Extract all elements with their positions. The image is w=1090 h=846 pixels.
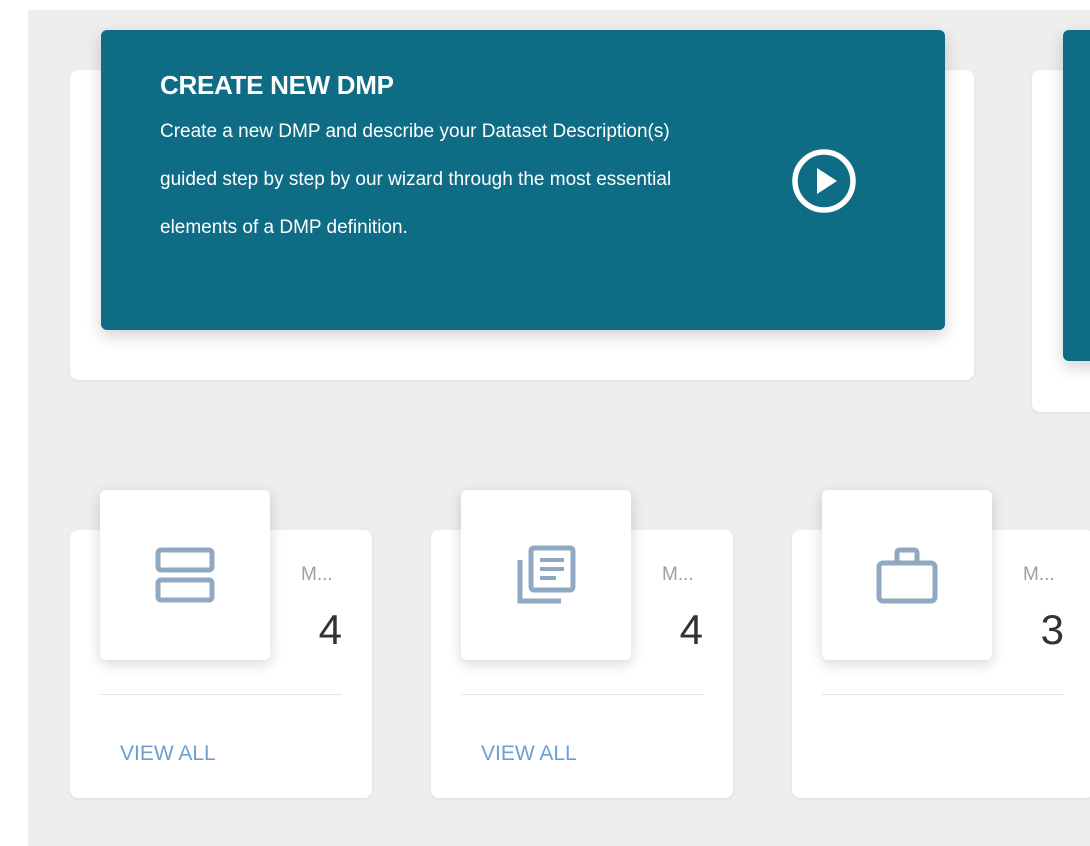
stat-icon-tile	[461, 490, 631, 660]
stat-label: M...	[662, 564, 694, 585]
stat-card-datasets: M... 4 VIEW ALL	[431, 490, 733, 798]
divider	[461, 694, 703, 695]
stat-card-grants: M... 3	[792, 490, 1090, 798]
view-all-link[interactable]: VIEW ALL	[481, 742, 577, 766]
stat-count: 4	[679, 606, 703, 653]
divider	[822, 694, 1064, 695]
divider	[100, 694, 342, 695]
create-dmp-description: Create a new DMP and describe your Datas…	[160, 121, 672, 238]
stat-label: M...	[301, 564, 333, 585]
play-circle-icon[interactable]	[791, 148, 857, 214]
stat-icon-tile	[100, 490, 270, 660]
view-all-link[interactable]: VIEW ALL	[120, 742, 216, 766]
stat-count: 4	[318, 606, 342, 653]
dashboard: CREATE NEW DMP Create a new DMP and desc…	[28, 10, 1090, 846]
storage-icon	[155, 547, 215, 603]
stat-card-dmps: M... 4 VIEW ALL	[70, 490, 372, 798]
library-books-icon	[517, 545, 576, 604]
secondary-panel[interactable]	[1063, 30, 1090, 361]
stat-icon-tile	[822, 490, 992, 660]
briefcase-icon	[876, 547, 938, 604]
create-dmp-panel[interactable]: CREATE NEW DMP Create a new DMP and desc…	[101, 30, 945, 330]
stat-label: M...	[1023, 564, 1055, 585]
stat-count: 3	[1040, 606, 1064, 653]
create-dmp-title: CREATE NEW DMP	[160, 70, 394, 100]
